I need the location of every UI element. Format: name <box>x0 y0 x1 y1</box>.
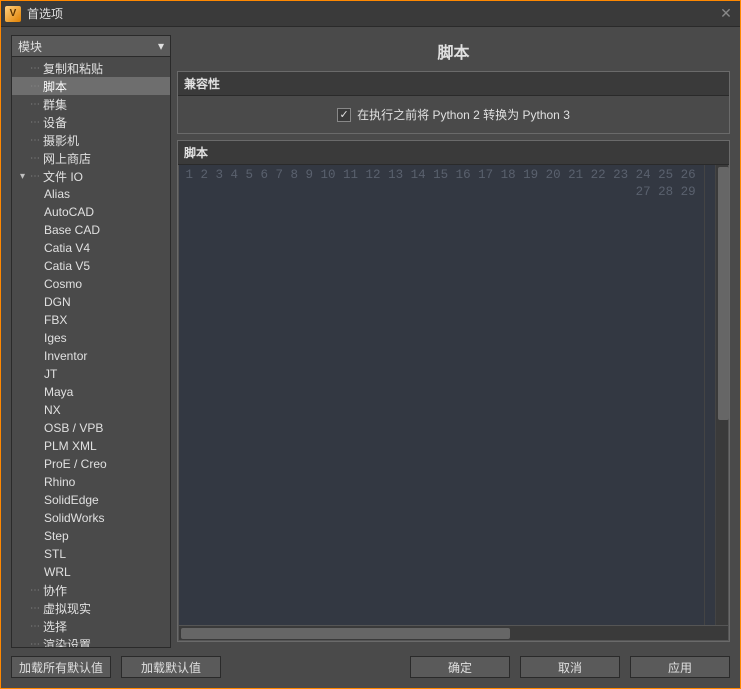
settings-panel: 脚本 兼容性 ✓ 在执行之前将 Python 2 转换为 Python 3 脚本… <box>177 35 730 648</box>
tree-item[interactable]: ⋯群集 <box>12 95 170 113</box>
tree-item[interactable]: Maya <box>12 383 170 401</box>
tree-item[interactable]: ⋯摄影机 <box>12 131 170 149</box>
tree-item[interactable]: Base CAD <box>12 221 170 239</box>
module-panel: 模块 ▾ ⋯复制和粘贴⋯脚本⋯群集⋯设备⋯摄影机⋯网上商店▾⋯文件 IOAlia… <box>11 35 171 648</box>
tree-item[interactable]: ⋯设备 <box>12 113 170 131</box>
close-button[interactable]: ✕ <box>716 4 736 24</box>
tree-item[interactable]: AutoCAD <box>12 203 170 221</box>
module-tree[interactable]: ⋯复制和粘贴⋯脚本⋯群集⋯设备⋯摄影机⋯网上商店▾⋯文件 IOAliasAuto… <box>11 57 171 648</box>
tree-item[interactable]: Cosmo <box>12 275 170 293</box>
tree-item[interactable]: ⋯虚拟现实 <box>12 599 170 617</box>
code-area[interactable]: # Swap normals KeyF9 = vrKey(Key_F9) Key… <box>705 165 715 625</box>
chevron-down-icon: ▾ <box>158 39 164 53</box>
tree-item[interactable]: JT <box>12 365 170 383</box>
titlebar: V 首选项 ✕ <box>1 1 740 27</box>
load-all-defaults-button[interactable]: 加载所有默认值 <box>11 656 111 678</box>
tree-item[interactable]: SolidEdge <box>12 491 170 509</box>
script-section: 脚本 1 2 3 4 5 6 7 8 9 10 11 12 13 14 15 1… <box>177 140 730 642</box>
tree-item[interactable]: Rhino <box>12 473 170 491</box>
tree-item[interactable]: ⋯渲染设置 <box>12 635 170 648</box>
module-dropdown[interactable]: 模块 ▾ <box>11 35 171 57</box>
tree-item[interactable]: Catia V4 <box>12 239 170 257</box>
apply-button[interactable]: 应用 <box>630 656 730 678</box>
app-icon: V <box>5 6 21 22</box>
convert-py2-checkbox[interactable]: ✓ 在执行之前将 Python 2 转换为 Python 3 <box>337 106 570 123</box>
tree-item[interactable]: PLM XML <box>12 437 170 455</box>
check-icon: ✓ <box>337 108 351 122</box>
tree-item[interactable]: Step <box>12 527 170 545</box>
tree-item[interactable]: ⋯复制和粘贴 <box>12 59 170 77</box>
tree-item[interactable]: NX <box>12 401 170 419</box>
tree-item[interactable]: ⋯脚本 <box>12 77 170 95</box>
cancel-button[interactable]: 取消 <box>520 656 620 678</box>
tree-item[interactable]: ⋯网上商店 <box>12 149 170 167</box>
script-heading: 脚本 <box>178 141 729 165</box>
tree-item[interactable]: Catia V5 <box>12 257 170 275</box>
tree-item[interactable]: ▾⋯文件 IO <box>12 167 170 185</box>
tree-item[interactable]: FBX <box>12 311 170 329</box>
module-label: 模块 <box>18 38 42 55</box>
preferences-dialog: V 首选项 ✕ 模块 ▾ ⋯复制和粘贴⋯脚本⋯群集⋯设备⋯摄影机⋯网上商店▾⋯文… <box>0 0 741 689</box>
vertical-scrollbar[interactable] <box>715 165 728 625</box>
button-bar: 加载所有默认值 加载默认值 确定 取消 应用 <box>1 648 740 688</box>
tree-item[interactable]: STL <box>12 545 170 563</box>
tree-item[interactable]: ⋯选择 <box>12 617 170 635</box>
compat-section: 兼容性 ✓ 在执行之前将 Python 2 转换为 Python 3 <box>177 71 730 134</box>
tree-item[interactable]: Iges <box>12 329 170 347</box>
load-defaults-button[interactable]: 加载默认值 <box>121 656 221 678</box>
convert-py2-label: 在执行之前将 Python 2 转换为 Python 3 <box>357 106 570 123</box>
tree-item[interactable]: WRL <box>12 563 170 581</box>
tree-item[interactable]: SolidWorks <box>12 509 170 527</box>
ok-button[interactable]: 确定 <box>410 656 510 678</box>
tree-item[interactable]: DGN <box>12 293 170 311</box>
tree-item[interactable]: ⋯协作 <box>12 581 170 599</box>
compat-heading: 兼容性 <box>178 72 729 96</box>
line-gutter: 1 2 3 4 5 6 7 8 9 10 11 12 13 14 15 16 1… <box>179 165 705 625</box>
tree-item[interactable]: Alias <box>12 185 170 203</box>
tree-item[interactable]: ProE / Creo <box>12 455 170 473</box>
horizontal-scrollbar[interactable] <box>178 626 729 641</box>
tree-item[interactable]: Inventor <box>12 347 170 365</box>
tree-item[interactable]: OSB / VPB <box>12 419 170 437</box>
panel-title: 脚本 <box>177 35 730 71</box>
window-title: 首选项 <box>27 5 716 22</box>
code-editor[interactable]: 1 2 3 4 5 6 7 8 9 10 11 12 13 14 15 16 1… <box>178 165 729 626</box>
